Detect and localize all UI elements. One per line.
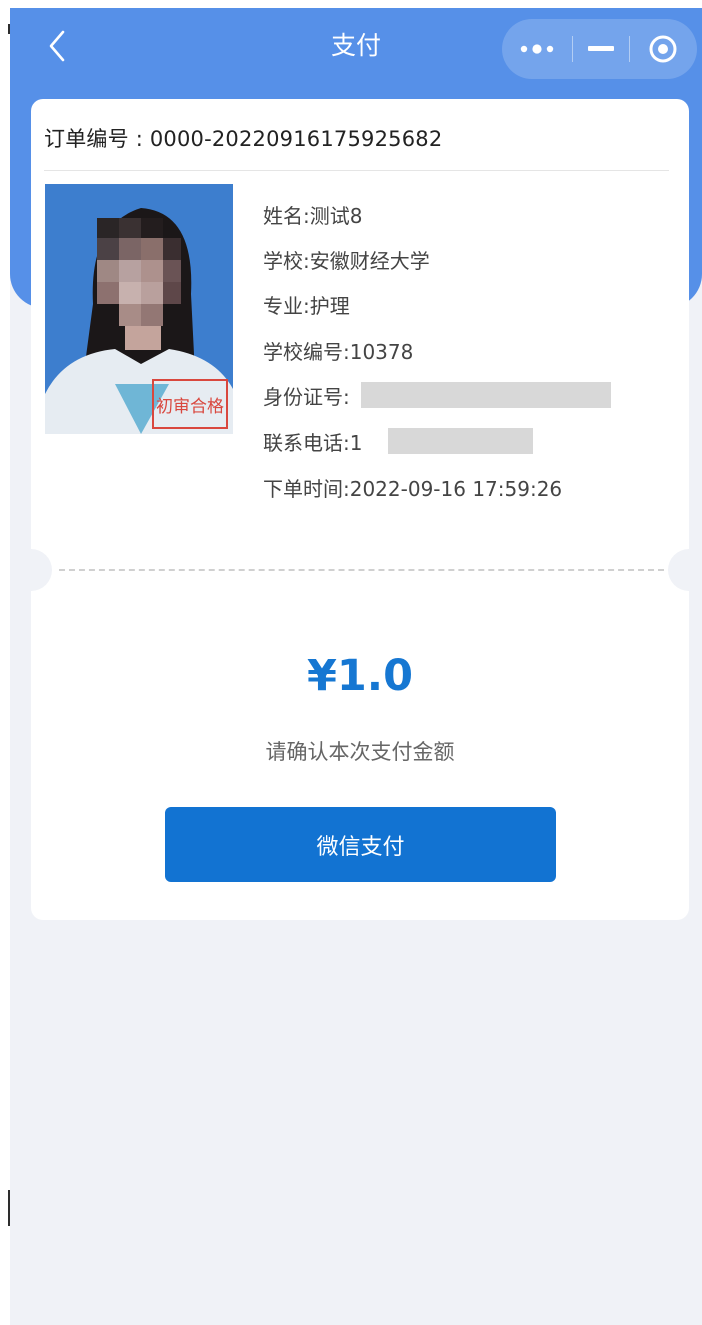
applicant-school: 学校:安徽财经大学	[263, 249, 430, 273]
more-dots-icon	[520, 44, 554, 54]
dashed-divider	[59, 569, 664, 571]
order-card: 订单编号 : 0000-20220916175925682 初审合格 姓名:测试…	[10, 99, 702, 920]
phone-redacted	[388, 428, 533, 454]
divider	[44, 170, 669, 171]
payment-amount: ¥1.0	[306, 651, 414, 701]
applicant-phone: 联系电话:1	[263, 427, 362, 456]
order-number: 订单编号 : 0000-20220916175925682	[44, 123, 442, 153]
applicant-photo: 初审合格	[45, 184, 233, 434]
wechat-pay-button[interactable]: 微信支付	[165, 807, 556, 882]
applicant-school-code: 学校编号:10378	[263, 340, 414, 364]
mini-program-window: 支付 订单编号: 0000-20220916175925682 初审合格 姓名…	[10, 8, 702, 1325]
photo-stamp-text: 初审合格	[156, 397, 224, 417]
minimize-button[interactable]	[573, 19, 629, 79]
target-close-icon	[649, 35, 677, 63]
close-button[interactable]	[630, 19, 696, 79]
order-time: 下单时间:2022-09-16 17:59:26	[263, 477, 563, 501]
id-number-label: 身份证号:	[263, 385, 350, 409]
photo-image: 初审合格	[45, 184, 233, 434]
applicant-name: 姓名:测试8	[263, 204, 363, 228]
ticket-notch-right	[668, 549, 702, 591]
applicant-major: 专业:护理	[263, 294, 350, 318]
order-number-separator: :	[128, 127, 150, 151]
capsule-menu	[502, 19, 697, 79]
id-number-redacted	[361, 382, 611, 408]
order-number-label: 订单编号	[44, 127, 129, 151]
phone-label: 联系电话:1	[263, 431, 363, 455]
navigation-bar: 支付	[10, 8, 702, 88]
applicant-id-number: 身份证号:	[263, 381, 350, 410]
more-button[interactable]	[502, 19, 572, 79]
payment-confirm-text: 请确认本次支付金额	[265, 740, 455, 764]
ticket-notch-left	[10, 549, 52, 591]
minimize-icon	[588, 46, 614, 51]
order-number-value: 0000-20220916175925682	[149, 127, 443, 151]
